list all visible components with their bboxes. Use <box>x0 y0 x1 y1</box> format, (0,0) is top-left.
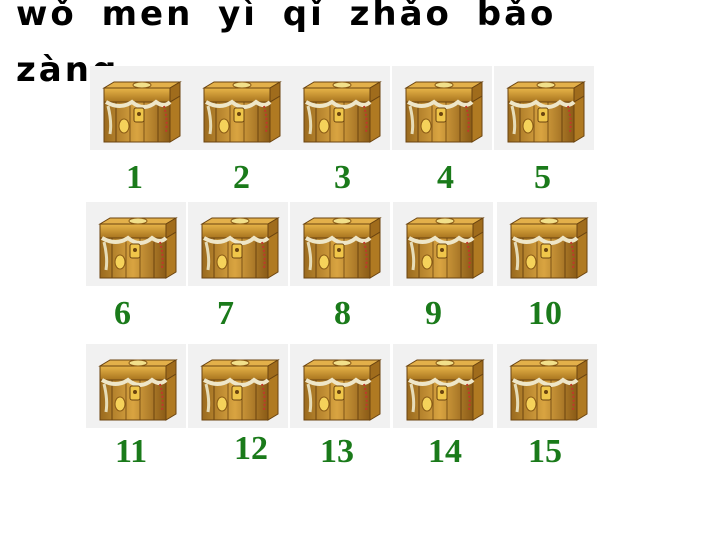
chest-number: 14 <box>428 433 462 470</box>
chest-number: 5 <box>534 159 551 196</box>
chest-number: 9 <box>425 295 442 332</box>
treasure-chest-icon[interactable] <box>290 344 390 428</box>
treasure-chest-icon[interactable] <box>497 344 597 428</box>
treasure-chest-icon[interactable] <box>392 66 492 150</box>
chest-number: 10 <box>528 295 562 332</box>
chest-number: 13 <box>320 433 354 470</box>
treasure-chest-icon[interactable] <box>494 66 594 150</box>
chest-number: 12 <box>234 430 268 467</box>
treasure-chest-icon[interactable] <box>393 202 493 286</box>
chest-number: 3 <box>334 159 351 196</box>
chest-number: 11 <box>115 433 148 470</box>
treasure-chest-icon[interactable] <box>90 66 190 150</box>
chest-number: 4 <box>437 159 454 196</box>
chest-number: 15 <box>528 433 562 470</box>
chest-number: 2 <box>233 159 250 196</box>
treasure-chest-icon[interactable] <box>393 344 493 428</box>
treasure-chest-icon[interactable] <box>86 344 186 428</box>
chest-number: 8 <box>334 295 351 332</box>
chest-number: 6 <box>114 295 131 332</box>
chest-number: 1 <box>126 159 143 196</box>
treasure-chest-icon[interactable] <box>290 202 390 286</box>
treasure-chest-icon[interactable] <box>290 66 390 150</box>
treasure-chest-icon[interactable] <box>190 66 290 150</box>
treasure-chest-icon[interactable] <box>188 344 288 428</box>
treasure-chest-icon[interactable] <box>86 202 186 286</box>
treasure-chest-icon[interactable] <box>188 202 288 286</box>
treasure-chest-icon[interactable] <box>497 202 597 286</box>
chest-number: 7 <box>217 295 234 332</box>
